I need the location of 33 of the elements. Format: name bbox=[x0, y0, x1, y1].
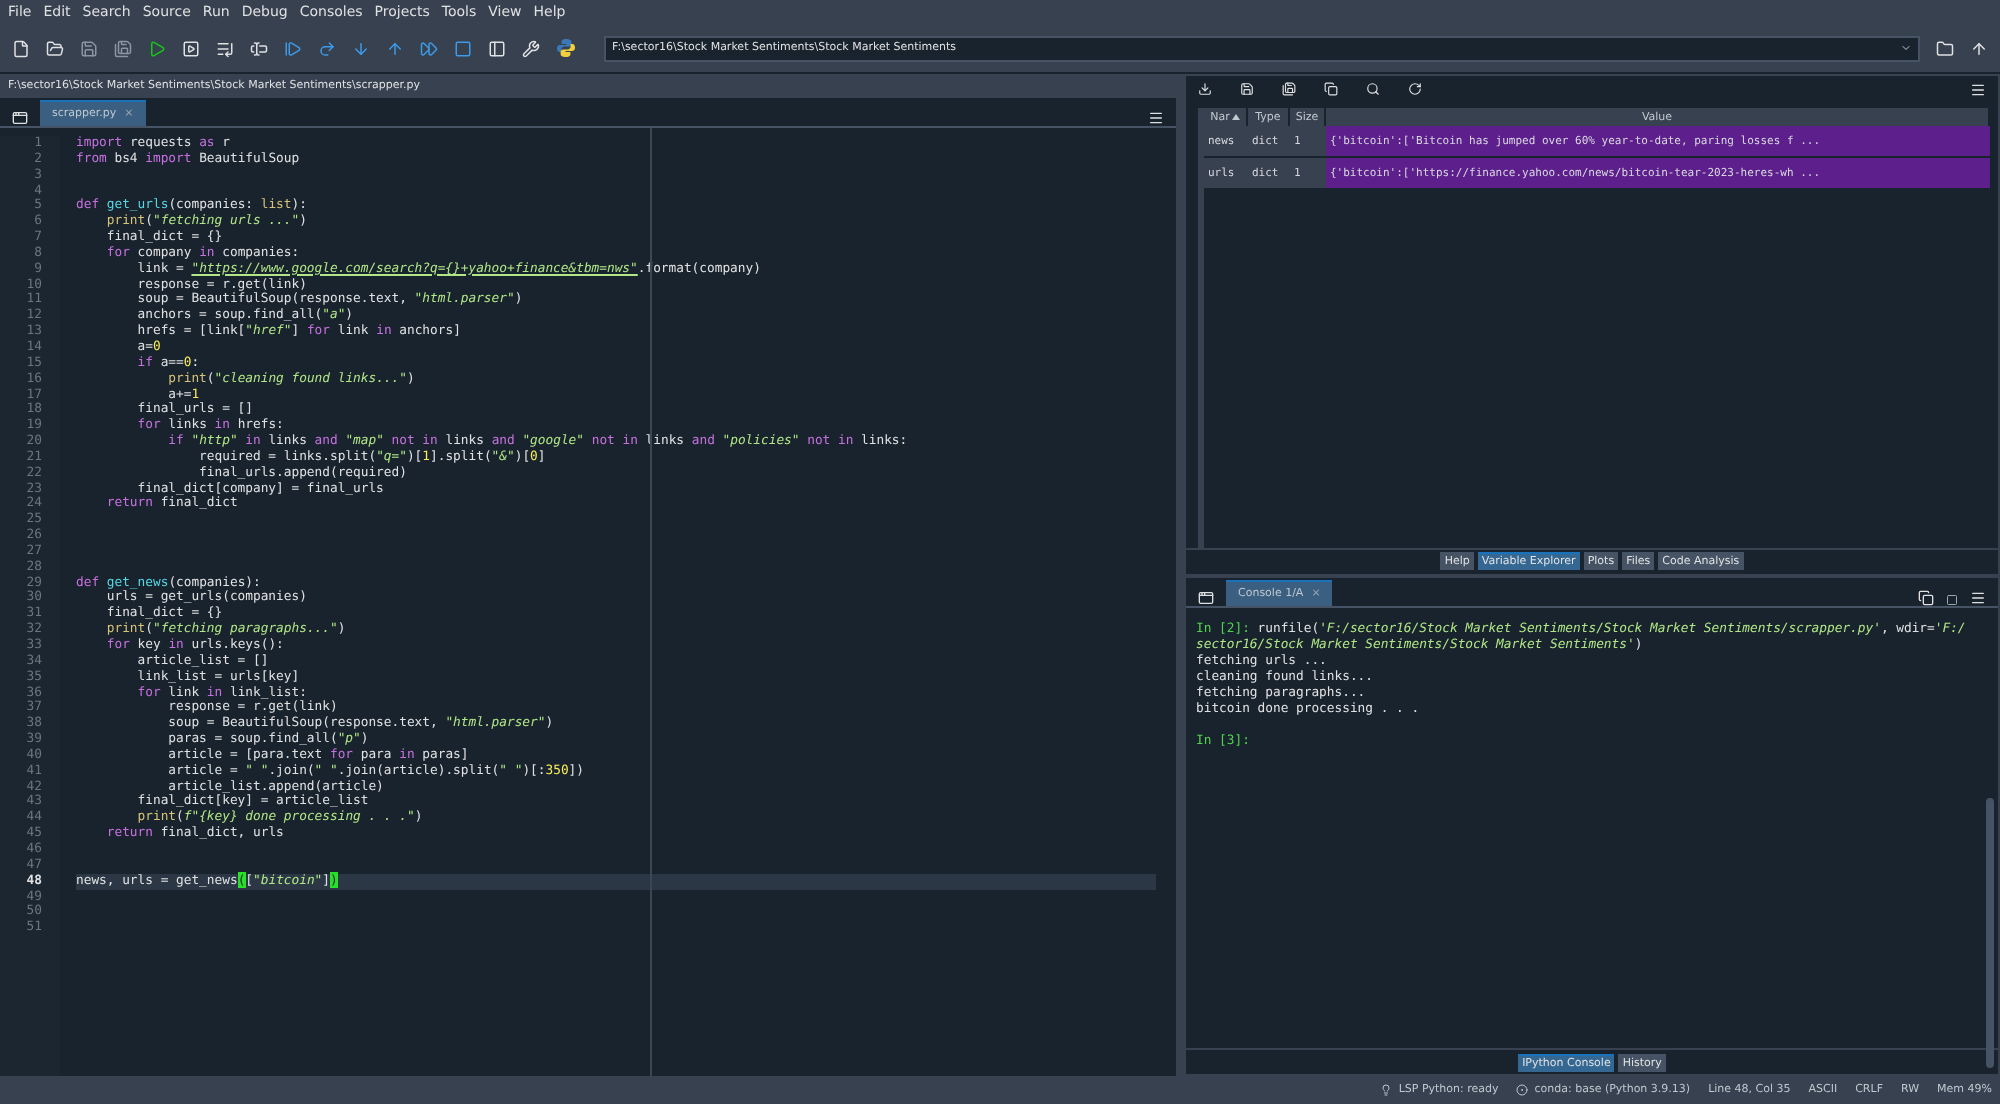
stop-icon[interactable] bbox=[454, 39, 472, 57]
menu-icon[interactable] bbox=[1148, 110, 1164, 126]
up-arrow-icon[interactable] bbox=[1970, 39, 1988, 57]
run-icon[interactable] bbox=[148, 39, 166, 57]
window-icon[interactable] bbox=[1198, 589, 1214, 605]
stop-icon[interactable] bbox=[1946, 593, 1958, 605]
step-icon[interactable] bbox=[318, 39, 336, 57]
menu-icon[interactable] bbox=[1970, 589, 1986, 605]
python-logo-icon[interactable] bbox=[556, 38, 576, 58]
folder-icon[interactable] bbox=[1936, 39, 1954, 57]
save-all-icon[interactable] bbox=[114, 39, 132, 57]
continue-icon[interactable] bbox=[420, 39, 438, 57]
document-icon[interactable] bbox=[1918, 589, 1934, 605]
menu-icon[interactable] bbox=[1970, 81, 1986, 97]
save-as-icon[interactable] bbox=[1282, 82, 1296, 96]
search-icon[interactable] bbox=[1366, 82, 1380, 96]
scrollbar-thumb[interactable] bbox=[1986, 797, 1994, 1067]
window-icon[interactable] bbox=[12, 110, 28, 126]
lightbulb-icon bbox=[1380, 1084, 1393, 1096]
import-data-icon[interactable] bbox=[1198, 82, 1212, 96]
step-return-icon[interactable] bbox=[386, 39, 404, 57]
maximize-pane-icon[interactable] bbox=[488, 39, 506, 57]
sort-ascending-icon[interactable] bbox=[1231, 114, 1240, 120]
new-file-icon[interactable] bbox=[12, 39, 30, 57]
copy-icon[interactable] bbox=[1324, 82, 1338, 96]
step-into-icon[interactable] bbox=[352, 39, 370, 57]
run-cell-icon[interactable] bbox=[182, 39, 200, 57]
debug-icon[interactable] bbox=[284, 39, 302, 57]
wrench-icon[interactable] bbox=[522, 39, 540, 57]
run-cell-advance-icon[interactable] bbox=[216, 39, 234, 57]
open-folder-icon[interactable] bbox=[46, 39, 64, 57]
refresh-icon[interactable] bbox=[1408, 82, 1422, 96]
run-selection-icon[interactable] bbox=[250, 39, 268, 57]
